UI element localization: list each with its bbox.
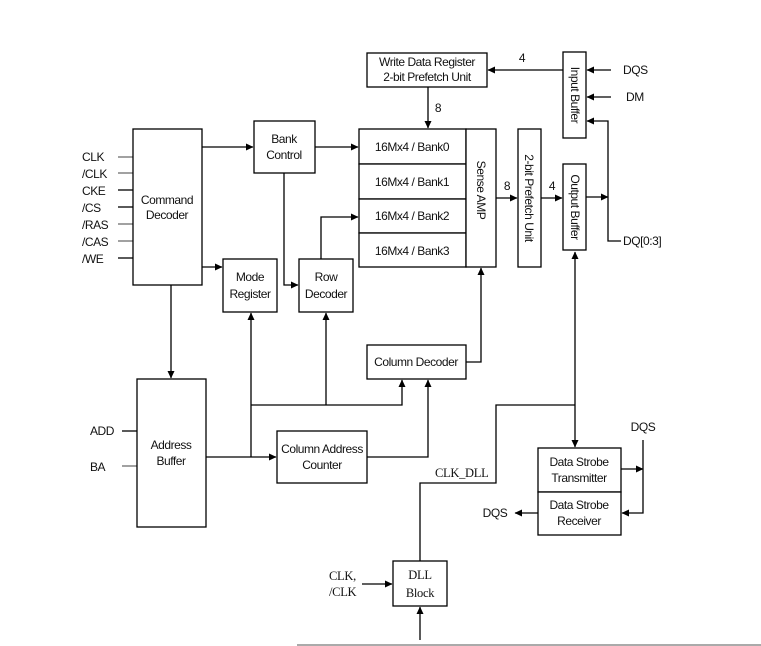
connector-row-decoder-to-bank2: [320, 213, 359, 259]
connector-column-counter-to-column-decoder: [367, 379, 432, 458]
signal-dqs-strobe-out: DQS: [483, 506, 508, 520]
signal-dqs-strobe-top: DQS: [631, 420, 656, 434]
data-strobe-transmitter-label-2: Transmitter: [551, 471, 607, 485]
prefetch-unit-label: 2-bit Prefetch Unit: [522, 154, 536, 243]
output-buffer-block: Output Buffer: [562, 163, 587, 251]
column-decoder-label: Column Decoder: [374, 355, 458, 369]
write-data-register-block: Write Data Register 2-bit Prefetch Unit: [366, 52, 488, 88]
signal-clk-dll: CLK_DLL: [435, 466, 488, 480]
address-buffer-label-1: Address: [151, 438, 192, 452]
bank-control-label-1: Bank: [271, 132, 298, 146]
sense-amp-block: Sense AMP: [465, 128, 497, 268]
signal-ras: /RAS: [82, 218, 109, 232]
signal-clk: CLK: [82, 150, 104, 164]
signal-add: ADD: [90, 424, 115, 438]
signal-dm: DM: [626, 90, 644, 104]
bank-control-label-2: Control: [266, 148, 302, 162]
connector-dqs-to-receiver: [621, 440, 644, 517]
row-decoder-block: Row Decoder: [298, 258, 354, 313]
column-address-counter-block: Column Address Counter: [276, 430, 368, 484]
command-decoder-block: Command Decoder: [132, 128, 203, 286]
bus-width-sense-amp-to-prefetch: 8: [504, 179, 511, 193]
bank0-label: 16Mx4 / Bank0: [375, 140, 450, 154]
signal-dq: DQ[0:3]: [623, 234, 661, 248]
signal-nclk: /CLK: [82, 167, 107, 181]
mode-register-label-2: Register: [229, 287, 271, 301]
write-data-register-label-2: 2-bit Prefetch Unit: [383, 70, 472, 84]
signal-cs: /CS: [82, 201, 101, 215]
data-strobe-receiver-block: Data Strobe Receiver: [537, 491, 622, 536]
data-strobe-receiver-label-2: Receiver: [557, 514, 601, 528]
connector-bank-control-to-row-decoder: [283, 173, 299, 289]
write-data-register-label-1: Write Data Register: [379, 55, 475, 69]
output-buffer-label: Output Buffer: [568, 174, 582, 240]
dll-block-label-2: Block: [406, 586, 435, 600]
column-address-counter-label-1: Column Address: [281, 442, 363, 456]
signal-cas: /CAS: [82, 235, 109, 249]
control-input-labels: CLK /CLK CKE /CS /RAS /CAS /WE: [82, 150, 109, 266]
mode-register-block: Mode Register: [222, 258, 278, 313]
connector-column-decoder-to-sense-amp: [466, 267, 485, 363]
data-strobe-transmitter-label-1: Data Strobe: [549, 455, 609, 469]
memory-banks-block: 16Mx4 / Bank0 16Mx4 / Bank1 16Mx4 / Bank…: [358, 128, 467, 268]
bus-width-write-register-to-banks: 8: [435, 101, 442, 115]
signal-we: /WE: [82, 252, 104, 266]
signal-dll-clk: CLK,: [329, 569, 356, 583]
data-strobe-transmitter-block: Data Strobe Transmitter: [537, 447, 622, 493]
signal-dqs-input: DQS: [623, 63, 648, 77]
ddr-sdram-block-diagram: Write Data Register 2-bit Prefetch Unit …: [82, 51, 761, 646]
row-decoder-label-2: Decoder: [305, 287, 348, 301]
bank3-label: 16Mx4 / Bank3: [375, 244, 450, 258]
command-decoder-label-1: Command: [141, 193, 193, 207]
signal-ba: BA: [90, 460, 106, 474]
bus-width-prefetch-to-output: 4: [549, 179, 556, 193]
column-address-counter-label-2: Counter: [302, 458, 342, 472]
bus-width-input-to-write-register: 4: [519, 51, 526, 65]
column-decoder-block: Column Decoder: [366, 344, 467, 380]
bank2-label: 16Mx4 / Bank2: [375, 209, 450, 223]
bank-control-block: Bank Control: [253, 120, 316, 174]
data-strobe-receiver-label-1: Data Strobe: [549, 498, 609, 512]
address-buffer-label-2: Buffer: [156, 454, 186, 468]
input-buffer-label: Input Buffer: [568, 67, 582, 124]
address-buffer-block: Address Buffer: [136, 378, 207, 528]
command-decoder-label-2: Decoder: [146, 208, 189, 222]
input-buffer-block: Input Buffer: [562, 51, 587, 139]
sense-amp-label: Sense AMP: [474, 161, 488, 220]
prefetch-unit-block: 2-bit Prefetch Unit: [517, 128, 542, 268]
connector-dq-to-input-buffer: [586, 117, 621, 242]
bank1-label: 16Mx4 / Bank1: [375, 175, 450, 189]
row-decoder-label-1: Row: [315, 270, 338, 284]
signal-cke: CKE: [82, 184, 106, 198]
signal-dll-nclk: /CLK: [329, 585, 357, 599]
dll-block: DLL Block: [392, 560, 448, 607]
mode-register-label-1: Mode: [236, 270, 265, 284]
dll-block-label-1: DLL: [408, 568, 431, 582]
